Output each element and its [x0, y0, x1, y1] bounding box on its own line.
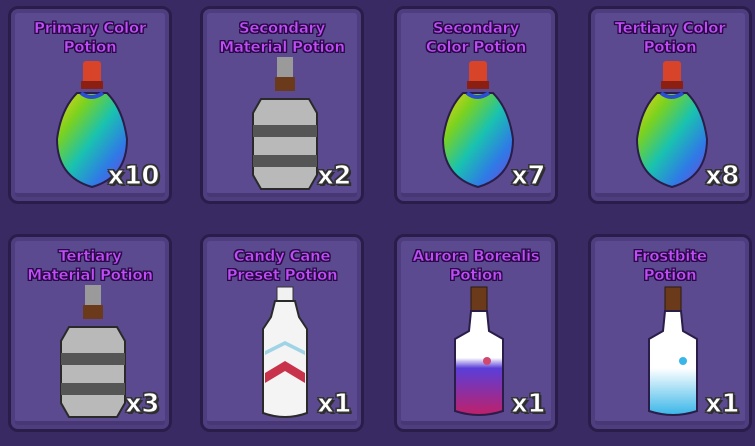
potion-quantity: x1	[511, 389, 546, 420]
potion-quantity: x1	[317, 389, 352, 420]
potion-card-secondary-material[interactable]: Secondary Material Potion x2	[200, 6, 364, 204]
potion-card-secondary-color[interactable]: Secondary Color Potion x7	[394, 6, 558, 204]
potion-quantity: x2	[317, 161, 352, 192]
potion-quantity: x3	[125, 389, 160, 420]
potion-inventory-grid: Primary Color Potion x10 Secondary Mater…	[0, 0, 755, 446]
potion-card-candy-cane-preset[interactable]: Candy Cane Preset Potion x1	[200, 234, 364, 432]
potion-quantity: x7	[511, 161, 546, 192]
potion-card-frostbite[interactable]: Frostbite Potion x1	[588, 234, 752, 432]
potion-quantity: x8	[705, 161, 740, 192]
potion-card-tertiary-color[interactable]: Tertiary Color Potion x8	[588, 6, 752, 204]
potion-quantity: x10	[107, 161, 160, 192]
potion-quantity: x1	[705, 389, 740, 420]
potion-card-primary-color[interactable]: Primary Color Potion x10	[8, 6, 172, 204]
potion-card-tertiary-material[interactable]: Tertiary Material Potion x3	[8, 234, 172, 432]
potion-card-aurora-borealis[interactable]: Aurora Borealis Potion x1	[394, 234, 558, 432]
